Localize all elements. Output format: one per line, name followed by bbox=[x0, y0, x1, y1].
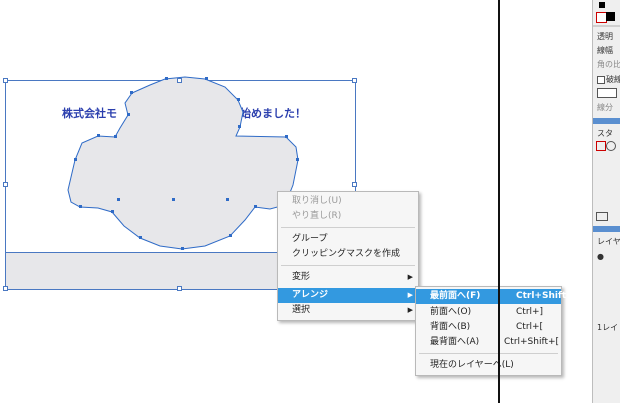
layers-tab[interactable]: レイヤ bbox=[597, 236, 620, 247]
style-target-icon[interactable] bbox=[606, 141, 616, 151]
artboard-canvas[interactable]: 株式会社モ 始めました！ 取り消し(U) やり直し(R) グループ クリッピング… bbox=[0, 0, 578, 403]
corner-label: 角の比 bbox=[597, 60, 620, 69]
resize-handle-middle-left[interactable] bbox=[3, 182, 8, 187]
menu-item-arrange[interactable]: アレンジ ▶ bbox=[278, 288, 418, 303]
resize-handle-bottom-center[interactable] bbox=[177, 286, 182, 291]
resize-handle-bottom-left[interactable] bbox=[3, 286, 8, 291]
submenu-item-send-backward[interactable]: 背面へ(B) Ctrl+[ bbox=[416, 320, 561, 335]
styles-tab[interactable]: スタ bbox=[597, 128, 613, 139]
menu-item-select[interactable]: 選択 ▶ bbox=[278, 303, 418, 318]
layers-panel-header bbox=[593, 226, 620, 232]
submenu-item-send-to-back[interactable]: 最背面へ(A) Ctrl+Shift+[ bbox=[416, 335, 561, 350]
window-divider bbox=[498, 0, 500, 403]
submenu-item-bring-forward[interactable]: 前面へ(O) Ctrl+] bbox=[416, 305, 561, 320]
submenu-arrow-icon: ▶ bbox=[407, 306, 413, 314]
panel-separator bbox=[593, 25, 620, 27]
stroke-width-label: 線幅 bbox=[597, 46, 613, 55]
right-panel-dock[interactable]: 透明 線幅 角の比 破線 線分 スタ レイヤ ● 1レイ bbox=[592, 0, 620, 403]
segment-label: 線分 bbox=[597, 103, 613, 112]
menu-separator bbox=[419, 353, 558, 354]
resize-handle-top-left[interactable] bbox=[3, 78, 8, 83]
styles-panel-header bbox=[593, 118, 620, 124]
resize-handle-middle-right[interactable] bbox=[352, 182, 357, 187]
style-none-icon[interactable] bbox=[596, 141, 606, 151]
resize-handle-top-center[interactable] bbox=[177, 78, 182, 83]
menu-separator bbox=[281, 265, 415, 266]
menu-item-transform[interactable]: 変形 ▶ bbox=[278, 270, 418, 285]
submenu-arrow-icon: ▶ bbox=[407, 273, 413, 281]
submenu-item-bring-to-front[interactable]: 最前面へ(F) Ctrl+Shift+] bbox=[416, 289, 578, 304]
menu-item-group[interactable]: グループ bbox=[278, 232, 418, 247]
menu-item-redo: やり直し(R) bbox=[292, 211, 342, 221]
dashed-label: 破線 bbox=[606, 75, 620, 84]
submenu-arrow-icon: ▶ bbox=[407, 291, 413, 299]
arrange-submenu[interactable]: 最前面へ(F) Ctrl+Shift+] 前面へ(O) Ctrl+] 背面へ(B) C… bbox=[415, 286, 578, 376]
layer-count-label: 1レイ bbox=[597, 323, 619, 332]
menu-separator bbox=[281, 227, 415, 228]
panel-button-icon[interactable] bbox=[596, 212, 608, 221]
menu-item-undo: 取り消し(U) bbox=[292, 196, 342, 206]
context-menu[interactable]: 取り消し(U) やり直し(R) グループ クリッピングマスクを作成 変形 ▶ アレ… bbox=[277, 191, 419, 321]
fill-swatch-icon[interactable] bbox=[599, 2, 605, 8]
submenu-item-send-to-current-layer[interactable]: 現在のレイヤーへ(L) bbox=[416, 358, 561, 373]
dash-field[interactable] bbox=[597, 88, 617, 98]
transparency-tab[interactable]: 透明 bbox=[597, 31, 613, 42]
resize-handle-top-right[interactable] bbox=[352, 78, 357, 83]
dashed-checkbox[interactable] bbox=[597, 76, 605, 84]
black-swatch-icon[interactable] bbox=[606, 12, 615, 21]
menu-item-make-clipping-mask[interactable]: クリッピングマスクを作成 bbox=[278, 247, 418, 262]
blob-path bbox=[67, 76, 299, 250]
visibility-eye-icon[interactable]: ● bbox=[597, 252, 604, 261]
